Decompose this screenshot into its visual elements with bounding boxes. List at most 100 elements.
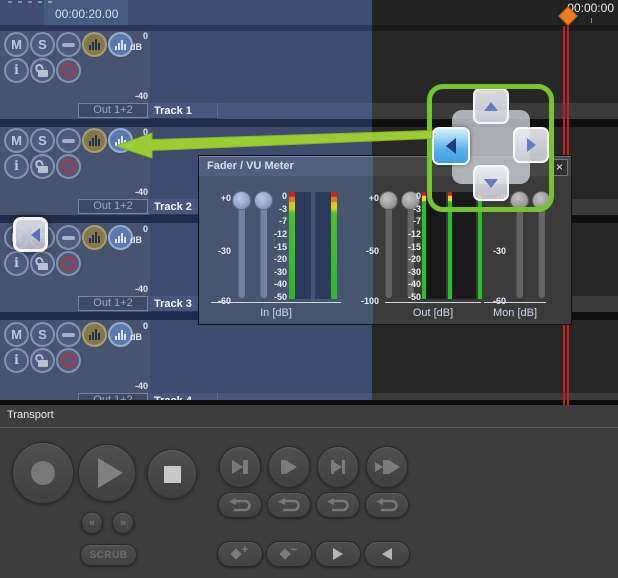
track-info-button[interactable]: i bbox=[4, 348, 29, 373]
panel-title: Fader / VU Meter bbox=[207, 160, 294, 172]
track-info-button[interactable]: i bbox=[4, 58, 29, 83]
timeline-ruler[interactable]: 00:00:00 bbox=[372, 0, 618, 25]
play-to-end-button[interactable] bbox=[219, 446, 261, 488]
solo-button[interactable]: S bbox=[30, 128, 55, 153]
left-triangle-icon bbox=[382, 548, 392, 560]
in-fader-knob-left[interactable] bbox=[232, 191, 251, 210]
lock-button[interactable] bbox=[30, 348, 55, 373]
db-unit-label: dB bbox=[114, 138, 142, 148]
minus-sign: − bbox=[291, 544, 297, 556]
lock-button[interactable] bbox=[30, 154, 55, 179]
play-range-button[interactable] bbox=[317, 446, 359, 488]
plus-sign: + bbox=[242, 544, 248, 556]
record-arm-button[interactable] bbox=[56, 154, 81, 179]
output-routing-box[interactable]: Out 1+2 bbox=[78, 296, 148, 311]
record-arm-button[interactable] bbox=[56, 58, 81, 83]
in-fader-track-left[interactable] bbox=[238, 196, 245, 298]
meter-bars-icon bbox=[89, 135, 100, 146]
mute-label: M bbox=[11, 327, 22, 342]
record-ring-icon bbox=[61, 353, 76, 368]
info-label: i bbox=[14, 353, 19, 368]
play-button[interactable] bbox=[78, 444, 136, 502]
info-label: i bbox=[14, 63, 19, 78]
mute-button[interactable]: M bbox=[4, 128, 29, 153]
remove-marker-button[interactable]: − bbox=[266, 541, 312, 567]
fade-button[interactable] bbox=[56, 128, 81, 153]
selection-time-label: 00:00:20.00 bbox=[55, 7, 118, 21]
out-section-label: Out [dB] bbox=[385, 307, 481, 319]
db-top-label: 0 bbox=[120, 224, 148, 234]
lock-button[interactable] bbox=[30, 251, 55, 276]
track-separator bbox=[0, 119, 372, 127]
info-label: i bbox=[14, 256, 19, 271]
dash-icon bbox=[62, 139, 75, 143]
record-ring-icon bbox=[61, 159, 76, 174]
play-icon bbox=[389, 460, 400, 474]
bar-icon bbox=[243, 460, 248, 474]
track-eq-button[interactable] bbox=[82, 32, 107, 57]
output-routing-box[interactable]: Out 1+2 bbox=[78, 199, 148, 214]
record-ring-icon bbox=[61, 63, 76, 78]
record-ring-icon bbox=[61, 256, 76, 271]
record-arm-button[interactable] bbox=[56, 251, 81, 276]
db-bottom-label: -40 bbox=[120, 381, 148, 391]
track-info-button[interactable]: i bbox=[4, 154, 29, 179]
play-icon bbox=[98, 458, 123, 488]
fade-button[interactable] bbox=[56, 322, 81, 347]
mute-label: M bbox=[11, 37, 22, 52]
db-unit-label: dB bbox=[114, 42, 142, 52]
in-meter-led-right bbox=[331, 192, 337, 299]
in-meter-scale: 0-3 -7-12 -15-20 -30-40 -50 bbox=[269, 192, 287, 302]
track-info-button[interactable]: i bbox=[4, 251, 29, 276]
record-button[interactable] bbox=[12, 442, 74, 504]
rewind-button[interactable]: « bbox=[81, 512, 103, 534]
play-loop-range-button[interactable] bbox=[366, 446, 408, 488]
meter-bars-icon bbox=[89, 329, 100, 340]
timeline-ruler-selected[interactable]: 00:00:20.00 bbox=[0, 0, 372, 25]
add-marker-button[interactable]: + bbox=[217, 541, 263, 567]
green-highlight-box bbox=[427, 84, 554, 212]
track-eq-button[interactable] bbox=[82, 225, 107, 250]
scrub-button[interactable]: SCRUB bbox=[80, 544, 137, 566]
fast-forward-button[interactable]: » bbox=[112, 512, 134, 534]
fast-forward-icon: » bbox=[120, 518, 126, 529]
transport-title: Transport bbox=[7, 409, 54, 421]
in-fader-track-right[interactable] bbox=[260, 196, 267, 298]
loop-mode-button-3[interactable] bbox=[316, 492, 360, 518]
loop-mode-button-4[interactable] bbox=[365, 492, 409, 518]
previous-marker-button[interactable] bbox=[364, 541, 410, 567]
solo-button[interactable]: S bbox=[30, 322, 55, 347]
stop-button[interactable] bbox=[147, 449, 197, 499]
meter-bars-icon bbox=[89, 39, 100, 50]
lock-button[interactable] bbox=[30, 58, 55, 83]
out-fader-track-left[interactable] bbox=[385, 196, 392, 298]
loop-mode-button-2[interactable] bbox=[267, 492, 311, 518]
left-arrow-icon bbox=[31, 228, 40, 242]
db-top-label: 0 bbox=[120, 127, 148, 137]
in-section-label: In [dB] bbox=[211, 307, 341, 319]
play-from-start-button[interactable] bbox=[268, 446, 310, 488]
loop-mode-button-1[interactable] bbox=[218, 492, 262, 518]
bar-play-icon bbox=[286, 460, 297, 474]
track-name-tab[interactable]: Track 1 bbox=[150, 103, 218, 119]
next-marker-button[interactable] bbox=[315, 541, 361, 567]
mute-button[interactable]: M bbox=[4, 32, 29, 57]
fade-button[interactable] bbox=[56, 32, 81, 57]
in-section-line bbox=[211, 302, 341, 303]
solo-button[interactable]: S bbox=[30, 32, 55, 57]
mute-button[interactable]: M bbox=[4, 322, 29, 347]
solo-label: S bbox=[38, 37, 47, 52]
fade-button[interactable] bbox=[56, 225, 81, 250]
track-eq-button[interactable] bbox=[82, 128, 107, 153]
stop-icon bbox=[164, 466, 181, 483]
record-arm-button[interactable] bbox=[56, 348, 81, 373]
rewind-icon: « bbox=[89, 518, 95, 529]
meter-bars-icon bbox=[89, 232, 100, 243]
dash-icon bbox=[62, 236, 75, 240]
out-section-line bbox=[385, 302, 481, 303]
dragged-left-arrow-button[interactable] bbox=[13, 217, 48, 252]
mon-section-label: Mon [dB] bbox=[484, 307, 546, 319]
track-eq-button[interactable] bbox=[82, 322, 107, 347]
output-routing-box[interactable]: Out 1+2 bbox=[78, 103, 148, 118]
out-fader-knob-left[interactable] bbox=[379, 191, 398, 210]
